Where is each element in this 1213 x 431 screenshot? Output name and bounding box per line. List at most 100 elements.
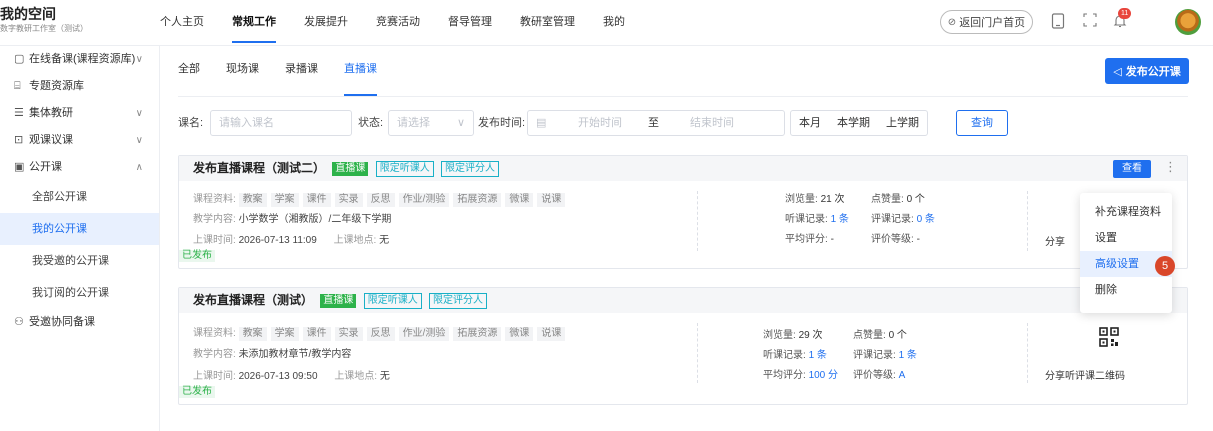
sidebar-sub-subscribed-open-classes[interactable]: 我订阅的公开课	[0, 277, 159, 309]
status-select[interactable]: 请选择 ∨	[388, 110, 474, 136]
material-item[interactable]: 课件	[302, 327, 331, 341]
avatar[interactable]	[1175, 9, 1201, 35]
review-value[interactable]: 1 条	[899, 350, 917, 361]
listen-label: 听课记录:	[763, 350, 806, 361]
material-item[interactable]: 拓展资源	[453, 327, 502, 341]
card-title[interactable]: 发布直播课程（测试二） 直播课 限定听课人 限定评分人	[193, 156, 500, 181]
tab-all[interactable]: 全部	[178, 46, 200, 96]
sidebar-item-online-lesson-prep[interactable]: ▢ 在线备课(课程资源库) ∨	[0, 46, 159, 73]
course-card: 发布直播课程（测试二） 直播课 限定听课人 限定评分人 查看 ⋮ 课程资料: 教…	[178, 155, 1188, 269]
brand[interactable]: 我的空间 数字教研工作室（测试）	[0, 5, 88, 35]
menu-item-add-materials[interactable]: 补充课程资料	[1080, 199, 1172, 225]
course-name-label: 课名:	[178, 117, 204, 129]
sidebar-item-topic-resources[interactable]: ⌸ 专题资源库	[0, 73, 159, 100]
publish-open-class-button[interactable]: ◁ 发布公开课	[1105, 58, 1189, 84]
people-icon: ⚇	[14, 316, 24, 328]
menu-item-delete[interactable]: 删除	[1080, 277, 1172, 303]
chat-icon: ⊡	[14, 134, 24, 146]
restricted-scorer-tag: 限定评分人	[429, 293, 488, 309]
likes-label: 点赞量:	[853, 330, 886, 341]
share-label[interactable]: 分享	[1045, 233, 1065, 248]
topnav-item-mine[interactable]: 我的	[603, 0, 625, 46]
material-item[interactable]: 课件	[302, 193, 331, 207]
course-name-input[interactable]: 请输入课名	[210, 110, 352, 136]
sidebar-sub-my-open-classes[interactable]: 我的公开课	[0, 213, 159, 245]
live-tag: 直播课	[332, 162, 369, 176]
brand-title: 我的空间	[0, 6, 56, 22]
material-item[interactable]: 说课	[537, 193, 566, 207]
tablet-icon[interactable]	[1048, 13, 1068, 33]
bell-icon[interactable]: 11	[1110, 8, 1132, 33]
topnav-item-routine-work[interactable]: 常规工作	[232, 0, 276, 46]
grade-stat: 评价等级: A	[853, 369, 905, 383]
this-semester-button[interactable]: 本学期	[829, 111, 878, 135]
topnav-item-supervision[interactable]: 督导管理	[448, 0, 492, 46]
material-item[interactable]: 反思	[366, 193, 395, 207]
material-item[interactable]: 教案	[238, 193, 267, 207]
status-badge: 已发布	[179, 250, 215, 262]
material-item[interactable]: 说课	[537, 327, 566, 341]
date-range-separator: 至	[648, 117, 659, 129]
tab-live[interactable]: 直播课	[344, 46, 377, 96]
more-options-icon[interactable]: ⋮	[1164, 159, 1177, 175]
last-semester-button[interactable]: 上学期	[878, 111, 927, 135]
material-item[interactable]: 作业/测验	[398, 193, 450, 207]
material-item[interactable]: 教案	[238, 327, 267, 341]
listen-stat: 听课记录: 1 条	[785, 213, 849, 227]
views-label: 浏览量:	[763, 330, 796, 341]
material-item[interactable]: 微课	[505, 327, 534, 341]
menu-item-settings[interactable]: 设置	[1080, 225, 1172, 251]
content-row: 教学内容: 小学数学（湘教版）/二年级下学期	[193, 213, 391, 227]
course-type-tabs: 全部 现场课 录播课 直播课	[178, 46, 403, 96]
document-icon: ▢	[14, 53, 25, 65]
material-item[interactable]: 学案	[270, 193, 299, 207]
view-button[interactable]: 查看	[1113, 160, 1151, 178]
grade-value: A	[898, 370, 906, 381]
sidebar-item-invited-collab-prep[interactable]: ⚇ 受邀协同备课	[0, 309, 159, 336]
sidebar-item-open-class[interactable]: ▣ 公开课 ∧	[0, 154, 159, 181]
tab-recorded[interactable]: 录播课	[285, 46, 318, 96]
material-item[interactable]: 实录	[334, 327, 363, 341]
sidebar-item-label: 受邀协同备课	[29, 316, 95, 328]
this-month-button[interactable]: 本月	[791, 111, 829, 135]
place-label: 上课地点:	[334, 371, 378, 382]
topnav-item-home[interactable]: 个人主页	[160, 0, 204, 46]
chevron-up-icon: ∧	[135, 162, 143, 173]
material-item[interactable]: 学案	[270, 327, 299, 341]
date-range-picker[interactable]: ▤ 开始时间 至 结束时间	[527, 110, 785, 136]
material-item[interactable]: 拓展资源	[453, 193, 502, 207]
topnav-item-research-office[interactable]: 教研室管理	[520, 0, 575, 46]
material-item[interactable]: 反思	[366, 327, 395, 341]
review-label: 评课记录:	[853, 350, 896, 361]
time-value: 2026-07-13 09:50	[238, 371, 318, 382]
share-qr-label[interactable]: 分享听评课二维码	[1045, 367, 1125, 382]
content-label: 教学内容:	[193, 214, 236, 225]
query-button[interactable]: 查询	[956, 110, 1008, 136]
place-value: 无	[379, 371, 390, 382]
qr-code-icon[interactable]	[1099, 327, 1119, 347]
sidebar-sub-all-open-classes[interactable]: 全部公开课	[0, 181, 159, 213]
listen-value[interactable]: 1 条	[831, 214, 849, 225]
material-item[interactable]: 微课	[505, 193, 534, 207]
material-item[interactable]: 作业/测验	[398, 327, 450, 341]
topnav-item-competition[interactable]: 竞赛活动	[376, 0, 420, 46]
content-row: 教学内容: 未添加教材章节/教学内容	[193, 348, 351, 362]
return-portal-button[interactable]: ⊘ 返回门户首页	[940, 10, 1033, 34]
listen-value[interactable]: 1 条	[809, 350, 827, 361]
material-item[interactable]: 实录	[334, 193, 363, 207]
course-card: 发布直播课程（测试） 直播课 限定听课人 限定评分人 课程资料: 教案 学案 课件实…	[178, 287, 1188, 405]
review-stat: 评课记录: 1 条	[853, 349, 917, 363]
sidebar-item-collective-research[interactable]: ☰ 集体教研 ∨	[0, 100, 159, 127]
review-value[interactable]: 0 条	[917, 214, 935, 225]
topnav-item-development[interactable]: 发展提升	[304, 0, 348, 46]
publish-label: 发布公开课	[1125, 66, 1181, 78]
tab-onsite[interactable]: 现场课	[226, 46, 259, 96]
grade-stat: 评价等级: -	[871, 233, 920, 247]
place-value: 无	[379, 235, 390, 246]
sidebar-item-class-observation[interactable]: ⊡ 观课议课 ∨	[0, 127, 159, 154]
card-title[interactable]: 发布直播课程（测试） 直播课 限定听课人 限定评分人	[193, 288, 488, 313]
main-content: 全部 现场课 录播课 直播课 ◁ 发布公开课 课名: 请输入课名 状态: 请选择…	[160, 46, 1213, 431]
sidebar-sub-invited-open-classes[interactable]: 我受邀的公开课	[0, 245, 159, 277]
fullscreen-icon[interactable]	[1080, 13, 1100, 33]
review-label: 评课记录:	[871, 214, 914, 225]
